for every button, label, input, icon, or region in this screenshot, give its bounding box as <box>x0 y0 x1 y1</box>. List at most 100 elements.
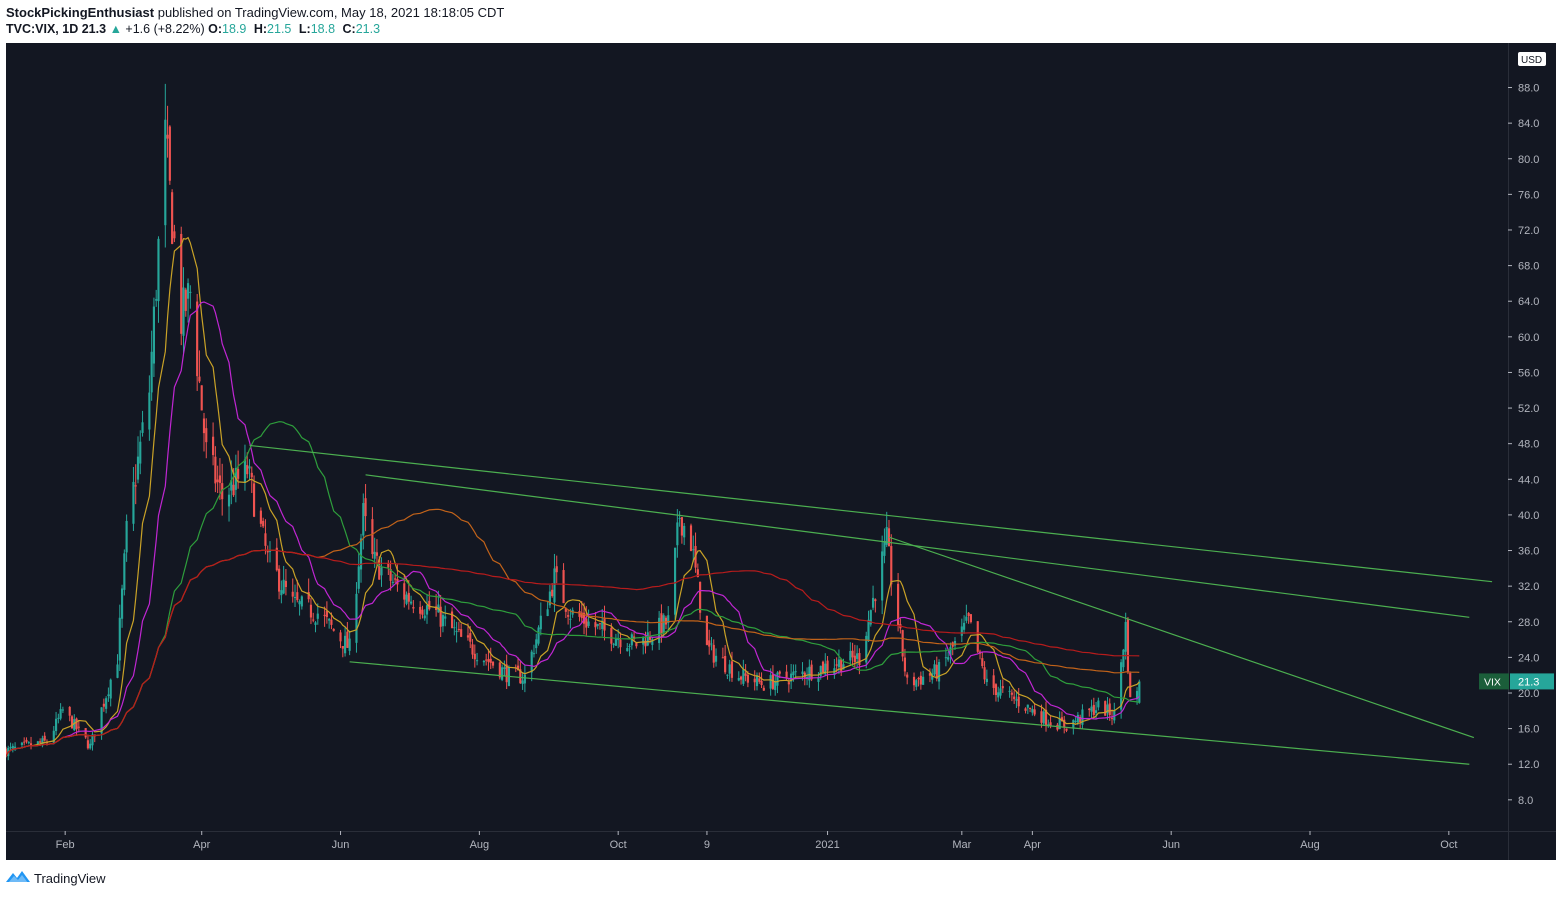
candle-body <box>981 658 984 667</box>
candle-up <box>774 673 777 696</box>
candle-body <box>683 525 686 538</box>
tradingview-logo-icon[interactable] <box>6 869 30 885</box>
high-value: 21.5 <box>267 22 292 36</box>
candle-body <box>168 126 171 181</box>
candle-body <box>248 466 251 469</box>
candle-up <box>293 584 297 607</box>
candle-body <box>116 664 119 678</box>
candle-up <box>883 528 886 564</box>
candle-down <box>43 732 46 742</box>
candle-up <box>667 606 670 633</box>
open-label: O: <box>208 22 223 36</box>
candle-down <box>505 654 508 690</box>
candle-down <box>699 581 702 620</box>
candle-up <box>391 574 394 586</box>
candle-down <box>712 639 715 668</box>
price-chart[interactable]: 8.0 12.0 16.0 20.0 24.0 28.0 32.0 36.0 40.0 44.0 4… <box>6 43 1556 860</box>
candle-body <box>501 667 504 680</box>
y-tick-label: 16.0 <box>1518 724 1539 736</box>
candle-body <box>551 589 554 597</box>
ma-20-line <box>6 301 1140 757</box>
candle-down <box>1033 703 1036 717</box>
candle-up <box>1015 690 1018 709</box>
candle-up <box>357 552 360 594</box>
candle-down <box>694 532 697 573</box>
tradingview-brand[interactable]: TradingView <box>34 871 106 886</box>
candle-up <box>915 678 918 691</box>
candle-up <box>1008 686 1011 698</box>
candle-body <box>346 631 349 648</box>
candle-down <box>874 598 877 613</box>
x-tick-label: Jun <box>1162 839 1180 851</box>
candle-down <box>278 565 281 600</box>
candle-body <box>332 628 335 631</box>
candle-up <box>314 621 317 633</box>
candle-up <box>61 706 64 713</box>
candle-body <box>969 614 973 623</box>
candle-up <box>282 565 285 595</box>
open-value: 18.9 <box>222 22 247 36</box>
candle-body <box>826 660 829 671</box>
candle-body <box>792 671 795 676</box>
candle-body <box>262 520 265 527</box>
candle-up <box>1026 704 1029 715</box>
candle-body <box>471 644 474 655</box>
candle-up <box>148 375 151 441</box>
candle-body <box>182 287 185 336</box>
x-tick-label: Mar <box>952 839 971 851</box>
candle-body <box>243 459 247 483</box>
candle-body <box>109 679 112 699</box>
candle-body <box>553 568 556 603</box>
chart-area[interactable]: 8.0 12.0 16.0 20.0 24.0 28.0 32.0 36.0 40.0 44.0 4… <box>6 43 1556 860</box>
candle-up <box>642 636 645 655</box>
candle-body <box>1126 619 1130 673</box>
candle-body <box>598 623 602 625</box>
symbol-interval[interactable]: TVC:VIX, 1D <box>6 22 78 36</box>
candle-body <box>75 718 78 730</box>
candle-down <box>787 677 790 693</box>
candle-body <box>11 745 14 749</box>
candle-body <box>102 703 105 707</box>
candle-body <box>614 638 617 646</box>
candle-body <box>107 694 110 696</box>
candle-body <box>874 599 877 602</box>
candle-down <box>389 560 392 591</box>
candle-down <box>450 607 454 629</box>
candle-up <box>548 584 551 608</box>
x-tick-label: Aug <box>470 839 490 851</box>
candle-down <box>912 672 916 692</box>
change-value: +1.6 (+8.22%) <box>125 22 205 36</box>
candle-body <box>364 498 367 517</box>
candle-down <box>460 623 463 638</box>
candle-up <box>965 604 968 624</box>
candle-body <box>760 680 763 686</box>
symbol-badge: VIX <box>1484 676 1501 688</box>
candle-up <box>546 601 549 617</box>
close-label: C: <box>342 22 356 36</box>
trendline-lower <box>349 661 1470 765</box>
candle-body <box>407 592 410 602</box>
publish-info: StockPickingEnthusiast published on Trad… <box>6 5 504 20</box>
candle-body <box>184 289 187 311</box>
price-axis[interactable]: 8.0 12.0 16.0 20.0 24.0 28.0 32.0 36.0 40.0 44.0 4… <box>1508 83 1539 807</box>
candle-body <box>1108 703 1111 716</box>
candle-up <box>849 642 852 666</box>
candle-down <box>419 601 422 620</box>
candle-down <box>983 661 986 684</box>
candle-body <box>419 606 422 614</box>
candle-body <box>348 638 351 651</box>
candle-up <box>125 514 128 562</box>
candle-up <box>444 605 447 627</box>
candle-down <box>992 669 995 695</box>
candle-down <box>760 672 763 689</box>
candle-body <box>180 233 183 334</box>
candle-body <box>339 632 342 642</box>
candle-up <box>755 672 759 691</box>
candle-down <box>903 648 907 677</box>
candle-down <box>23 737 26 746</box>
trendline-upper-2 <box>365 474 1470 618</box>
candle-body <box>965 616 968 621</box>
candle-body <box>23 741 26 743</box>
author-name[interactable]: StockPickingEnthusiast <box>6 5 154 20</box>
time-axis[interactable]: Feb Apr Jun Aug Oct 9 2021 Mar Apr Jun Aug Oct <box>56 831 1458 851</box>
